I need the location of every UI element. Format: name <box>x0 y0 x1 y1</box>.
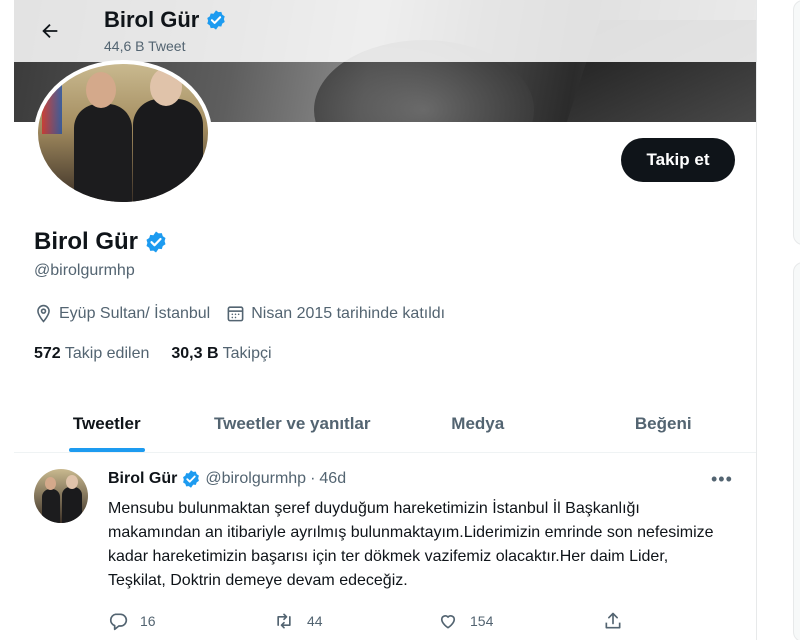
tweet-text: Mensubu bulunmaktan şeref duyduğum harek… <box>108 500 714 589</box>
right-sidebar <box>757 0 800 640</box>
follow-button[interactable]: Takip et <box>621 138 735 182</box>
header-tweet-count: 44,6 B Tweet <box>104 38 186 54</box>
tweet-item[interactable]: Birol Gür @birolgurmhp · 46d ••• Mensubu… <box>14 455 756 640</box>
tweet-author-name[interactable]: Birol Gür <box>108 470 177 488</box>
share-icon <box>605 612 621 629</box>
heart-icon <box>440 615 456 629</box>
reply-count: 16 <box>140 613 156 629</box>
joined-text: Nisan 2015 tarihinde katıldı <box>251 304 446 322</box>
header-name: Birol Gür <box>104 7 200 32</box>
profile-avatar[interactable] <box>34 60 212 206</box>
verified-badge-icon <box>183 470 200 488</box>
tweet-header: Birol Gür @birolgurmhp · 46d <box>108 469 346 489</box>
profile-stats: 572 Takip edilen 30,3 B Takipçi <box>34 345 272 363</box>
sidebar-panel <box>793 0 800 245</box>
verified-badge-icon[interactable] <box>144 230 168 254</box>
profile-name-row: Birol Gür <box>34 228 168 256</box>
retweet-button[interactable]: 44 <box>273 611 438 631</box>
retweet-icon <box>277 613 291 629</box>
profile-meta: Eyüp Sultan/ İstanbul Nisan 2015 tarihin… <box>34 304 445 323</box>
like-count: 154 <box>470 613 494 629</box>
following-label: Takip edilen <box>64 345 150 362</box>
tweet-actions: 16 44 154 <box>108 611 668 631</box>
profile-handle: @birolgurmhp <box>34 262 135 279</box>
header-title: Birol Gür <box>104 7 227 33</box>
share-button[interactable] <box>603 611 623 631</box>
followers-link[interactable]: 30,3 B Takipçi <box>171 345 271 363</box>
tweet-timestamp[interactable]: 46d <box>319 470 346 488</box>
tab-label: Beğeni <box>634 413 692 433</box>
tab-tweets-and-replies[interactable]: Tweetler ve yanıtlar <box>200 395 386 452</box>
more-options-icon[interactable]: ••• <box>711 469 733 490</box>
following-count: 572 <box>34 345 61 362</box>
tab-label: Tweetler <box>72 413 141 433</box>
reply-button[interactable]: 16 <box>108 611 273 631</box>
followers-label: Takipçi <box>222 345 272 362</box>
arrow-left-icon <box>42 23 58 39</box>
following-link[interactable]: 572 Takip edilen <box>34 345 149 363</box>
back-button[interactable] <box>32 13 68 49</box>
tab-likes[interactable]: Beğeni <box>571 395 757 452</box>
tab-tweets[interactable]: Tweetler <box>14 395 200 452</box>
reply-icon <box>109 613 128 631</box>
location-text: Eyüp Sultan/ İstanbul <box>59 304 211 322</box>
profile-name: Birol Gür <box>34 228 139 255</box>
profile-tabs: Tweetler Tweetler ve yanıtlar Medya Beğe… <box>14 395 756 453</box>
tab-label: Tweetler ve yanıtlar <box>213 413 371 433</box>
location-pin-icon <box>37 304 50 323</box>
profile-joined: Nisan 2015 tarihinde katıldı <box>226 304 445 323</box>
followers-count: 30,3 B <box>171 345 219 362</box>
tweet-author-handle[interactable]: @birolgurmhp <box>205 470 306 488</box>
profile-column: Birol Gür 44,6 B Tweet Takip et Birol Gü… <box>14 0 756 640</box>
tweet-separator: · <box>310 470 316 487</box>
like-button[interactable]: 154 <box>438 611 603 631</box>
profile-location: Eyüp Sultan/ İstanbul <box>34 304 210 323</box>
sticky-header: Birol Gür 44,6 B Tweet <box>14 0 756 62</box>
sidebar-panel <box>793 262 800 640</box>
tweet-avatar[interactable] <box>34 469 88 523</box>
verified-badge-icon <box>207 10 226 30</box>
tab-media[interactable]: Medya <box>385 395 571 452</box>
tab-label: Medya <box>451 413 505 433</box>
active-tab-indicator <box>68 448 145 452</box>
calendar-icon <box>227 306 244 322</box>
retweet-count: 44 <box>307 613 323 629</box>
